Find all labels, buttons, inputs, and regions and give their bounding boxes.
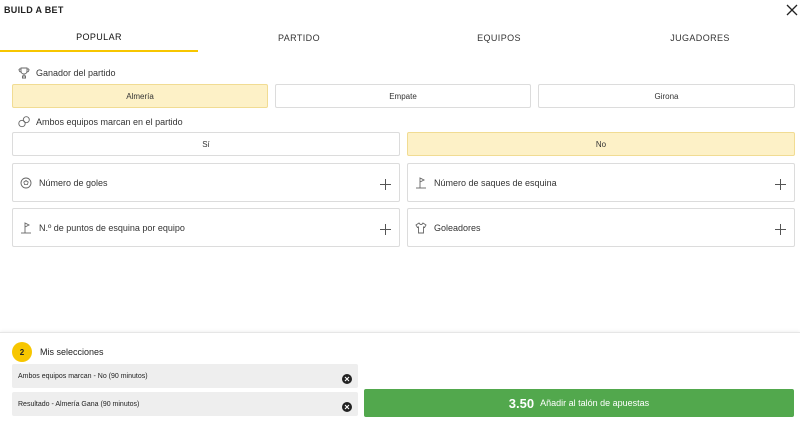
market-saques-esquina[interactable]: Número de saques de esquina: [407, 163, 795, 202]
option-empate[interactable]: Empate: [275, 84, 531, 108]
balls-icon: [18, 116, 30, 128]
close-icon[interactable]: [786, 4, 798, 16]
market-winner-title: Ganador del partido: [36, 68, 116, 78]
page-title: BUILD A BET: [4, 5, 64, 15]
option-girona[interactable]: Girona: [538, 84, 795, 108]
selection-count-badge: 2: [12, 342, 32, 362]
market-esquina-por-equipo[interactable]: N.º de puntos de esquina por equipo: [12, 208, 400, 247]
trophy-icon: [18, 67, 30, 79]
remove-selection-icon[interactable]: [342, 399, 352, 412]
total-odds: 3.50: [508, 395, 535, 411]
header-bar: BUILD A BET: [0, 0, 800, 24]
selection-text: Resultado - Almería Gana (90 minutos): [18, 400, 140, 408]
corner-flag-icon: [20, 221, 32, 234]
market-goleadores[interactable]: Goleadores: [407, 208, 795, 247]
tab-popular[interactable]: POPULAR: [0, 24, 198, 52]
selection-text: Ambos equipos marcan - No (90 minutos): [18, 372, 148, 380]
option-almeria[interactable]: Almería: [12, 84, 268, 108]
tab-equipos[interactable]: EQUIPOS: [400, 24, 598, 52]
tab-bar: POPULAR PARTIDO EQUIPOS JUGADORES: [0, 24, 800, 52]
market-label: Número de saques de esquina: [434, 177, 557, 188]
remove-selection-icon[interactable]: [342, 371, 352, 384]
market-label: N.º de puntos de esquina por equipo: [39, 222, 185, 233]
bet-slip-footer: 2 Mis selecciones Ambos equipos marcan -…: [0, 332, 800, 428]
option-no[interactable]: No: [407, 132, 795, 156]
plus-icon[interactable]: [380, 177, 391, 190]
market-btts-header: Ambos equipos marcan en el partido: [18, 116, 183, 128]
add-to-betslip-button[interactable]: 3.50 Añadir al talón de apuestas: [364, 389, 794, 417]
selection-row: Resultado - Almería Gana (90 minutos): [12, 392, 358, 416]
add-button-label: Añadir al talón de apuestas: [540, 398, 650, 408]
plus-icon[interactable]: [380, 222, 391, 235]
market-btts-title: Ambos equipos marcan en el partido: [36, 117, 183, 127]
tab-partido[interactable]: PARTIDO: [200, 24, 398, 52]
market-label: Número de goles: [39, 177, 108, 188]
shirt-icon: [415, 221, 427, 234]
plus-icon[interactable]: [775, 222, 786, 235]
selections-title: Mis selecciones: [40, 347, 104, 357]
corner-flag-icon: [415, 176, 427, 189]
option-si[interactable]: Sí: [12, 132, 400, 156]
market-numero-goles[interactable]: Número de goles: [12, 163, 400, 202]
selection-row: Ambos equipos marcan - No (90 minutos): [12, 364, 358, 388]
market-label: Goleadores: [434, 222, 481, 233]
ball-icon: [20, 177, 32, 189]
market-winner-header: Ganador del partido: [18, 67, 116, 79]
plus-icon[interactable]: [775, 177, 786, 190]
tab-jugadores[interactable]: JUGADORES: [600, 24, 800, 52]
